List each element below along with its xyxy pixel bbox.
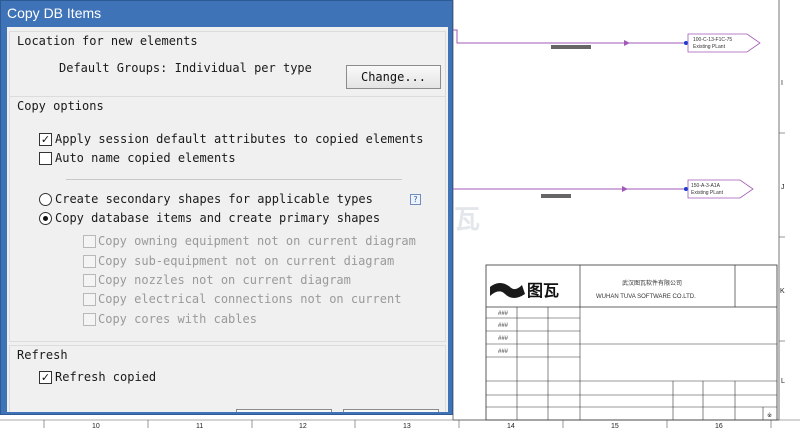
apply-session-defaults-label[interactable]: Apply session default attributes to copi… [55,132,423,146]
offpage-tag-1-line1: 100-C-13-F1C-75 [693,37,732,43]
line-number-label-2 [541,194,571,198]
tb-row-3: ### [498,336,509,342]
refresh-copied-label[interactable]: Refresh copied [55,370,156,384]
copy-options-title: Copy options [17,99,104,113]
refresh-group-title: Refresh [17,348,68,362]
auto-name-label[interactable]: Auto name copied elements [55,151,236,165]
ruler-label-14: 14 [507,423,515,430]
options-separator [66,179,402,180]
line-number-label-1 [551,45,591,49]
change-button[interactable]: Change... [346,65,441,89]
copy-primary-shapes-radio[interactable] [39,212,52,225]
dialog-title[interactable]: Copy DB Items [1,1,452,25]
copy-nozzles-label[interactable]: Copy nozzles not on current diagram [98,273,351,287]
location-group-title: Location for new elements [17,34,198,48]
copy-nozzles-checkbox[interactable] [83,274,96,287]
pipe-line-1[interactable] [453,29,686,44]
ruler-label-16: 16 [715,423,723,430]
tb-row-2: ### [498,323,509,329]
copy-electrical-connections-checkbox[interactable] [83,293,96,306]
tb-row-1: ### [498,311,509,317]
copy-electrical-connections-label[interactable]: Copy electrical connections not on curre… [98,292,401,306]
copy-owning-equipment-label[interactable]: Copy owning equipment not on current dia… [98,234,416,248]
refresh-copied-checkbox[interactable]: ✓ [39,371,52,384]
copy-sub-equipment-checkbox[interactable] [83,255,96,268]
row-label-i: I [781,80,783,87]
row-label-k: K [780,288,785,295]
create-secondary-shapes-label[interactable]: Create secondary shapes for applicable t… [55,192,373,206]
create-secondary-shapes-radio[interactable] [39,193,52,206]
help-icon[interactable]: ? [410,194,421,205]
flow-arrow-1 [624,40,630,46]
location-value: Default Groups: Individual per type [59,61,312,75]
copy-cores-checkbox[interactable] [83,313,96,326]
row-label-l: L [781,378,785,385]
ruler-label-11: 11 [196,423,203,430]
company-name-en: WUHAN TUVA SOFTWARE CO.LTD. [596,294,696,300]
bottom-ruler: 10 11 12 13 14 15 16 [0,419,800,430]
copy-cores-label[interactable]: Copy cores with cables [98,312,257,326]
tb-corner-mark: ※ [767,412,772,419]
cancel-button[interactable] [343,409,439,412]
dialog-client-area: Location for new elements Default Groups… [7,27,448,412]
flow-arrow-2 [622,186,628,192]
copy-primary-shapes-label[interactable]: Copy database items and create primary s… [55,211,380,225]
pipe-node-2[interactable] [684,187,688,191]
ruler-label-13: 13 [403,423,411,430]
ruler-label-10: 10 [92,423,100,430]
company-name-cn: 武汉图瓦软件有限公司 [622,279,682,287]
ruler-label-12: 12 [299,423,307,430]
pipe-node-1[interactable] [684,41,688,45]
location-group: Location for new elements Default Groups… [9,31,446,97]
apply-session-defaults-checkbox[interactable]: ✓ [39,133,52,146]
copy-db-items-dialog[interactable]: Copy DB Items Location for new elements … [0,0,453,415]
copy-options-group: Copy options ✓ Apply session default att… [9,96,446,342]
title-block: 图瓦 武汉图瓦软件有限公司 WUHAN TUVA SOFTWARE CO.LTD… [485,264,778,421]
offpage-tag-1-line2: Existing PLant [693,44,726,50]
row-label-j: J [781,184,785,191]
refresh-group: Refresh ✓ Refresh copied [9,345,446,412]
copy-sub-equipment-label[interactable]: Copy sub-equipment not on current diagra… [98,254,394,268]
title-block-logo-text: 图瓦 [527,282,559,300]
offpage-tag-2-line1: 150-A-3-A1A [691,183,721,189]
offpage-tag-2-line2: Existing PLant [691,190,724,196]
auto-name-checkbox[interactable] [39,152,52,165]
ruler-label-15: 15 [611,423,619,430]
ok-button[interactable] [236,409,332,412]
tb-row-4: ### [498,349,509,355]
title-block-logo [490,283,525,298]
copy-owning-equipment-checkbox[interactable] [83,235,96,248]
